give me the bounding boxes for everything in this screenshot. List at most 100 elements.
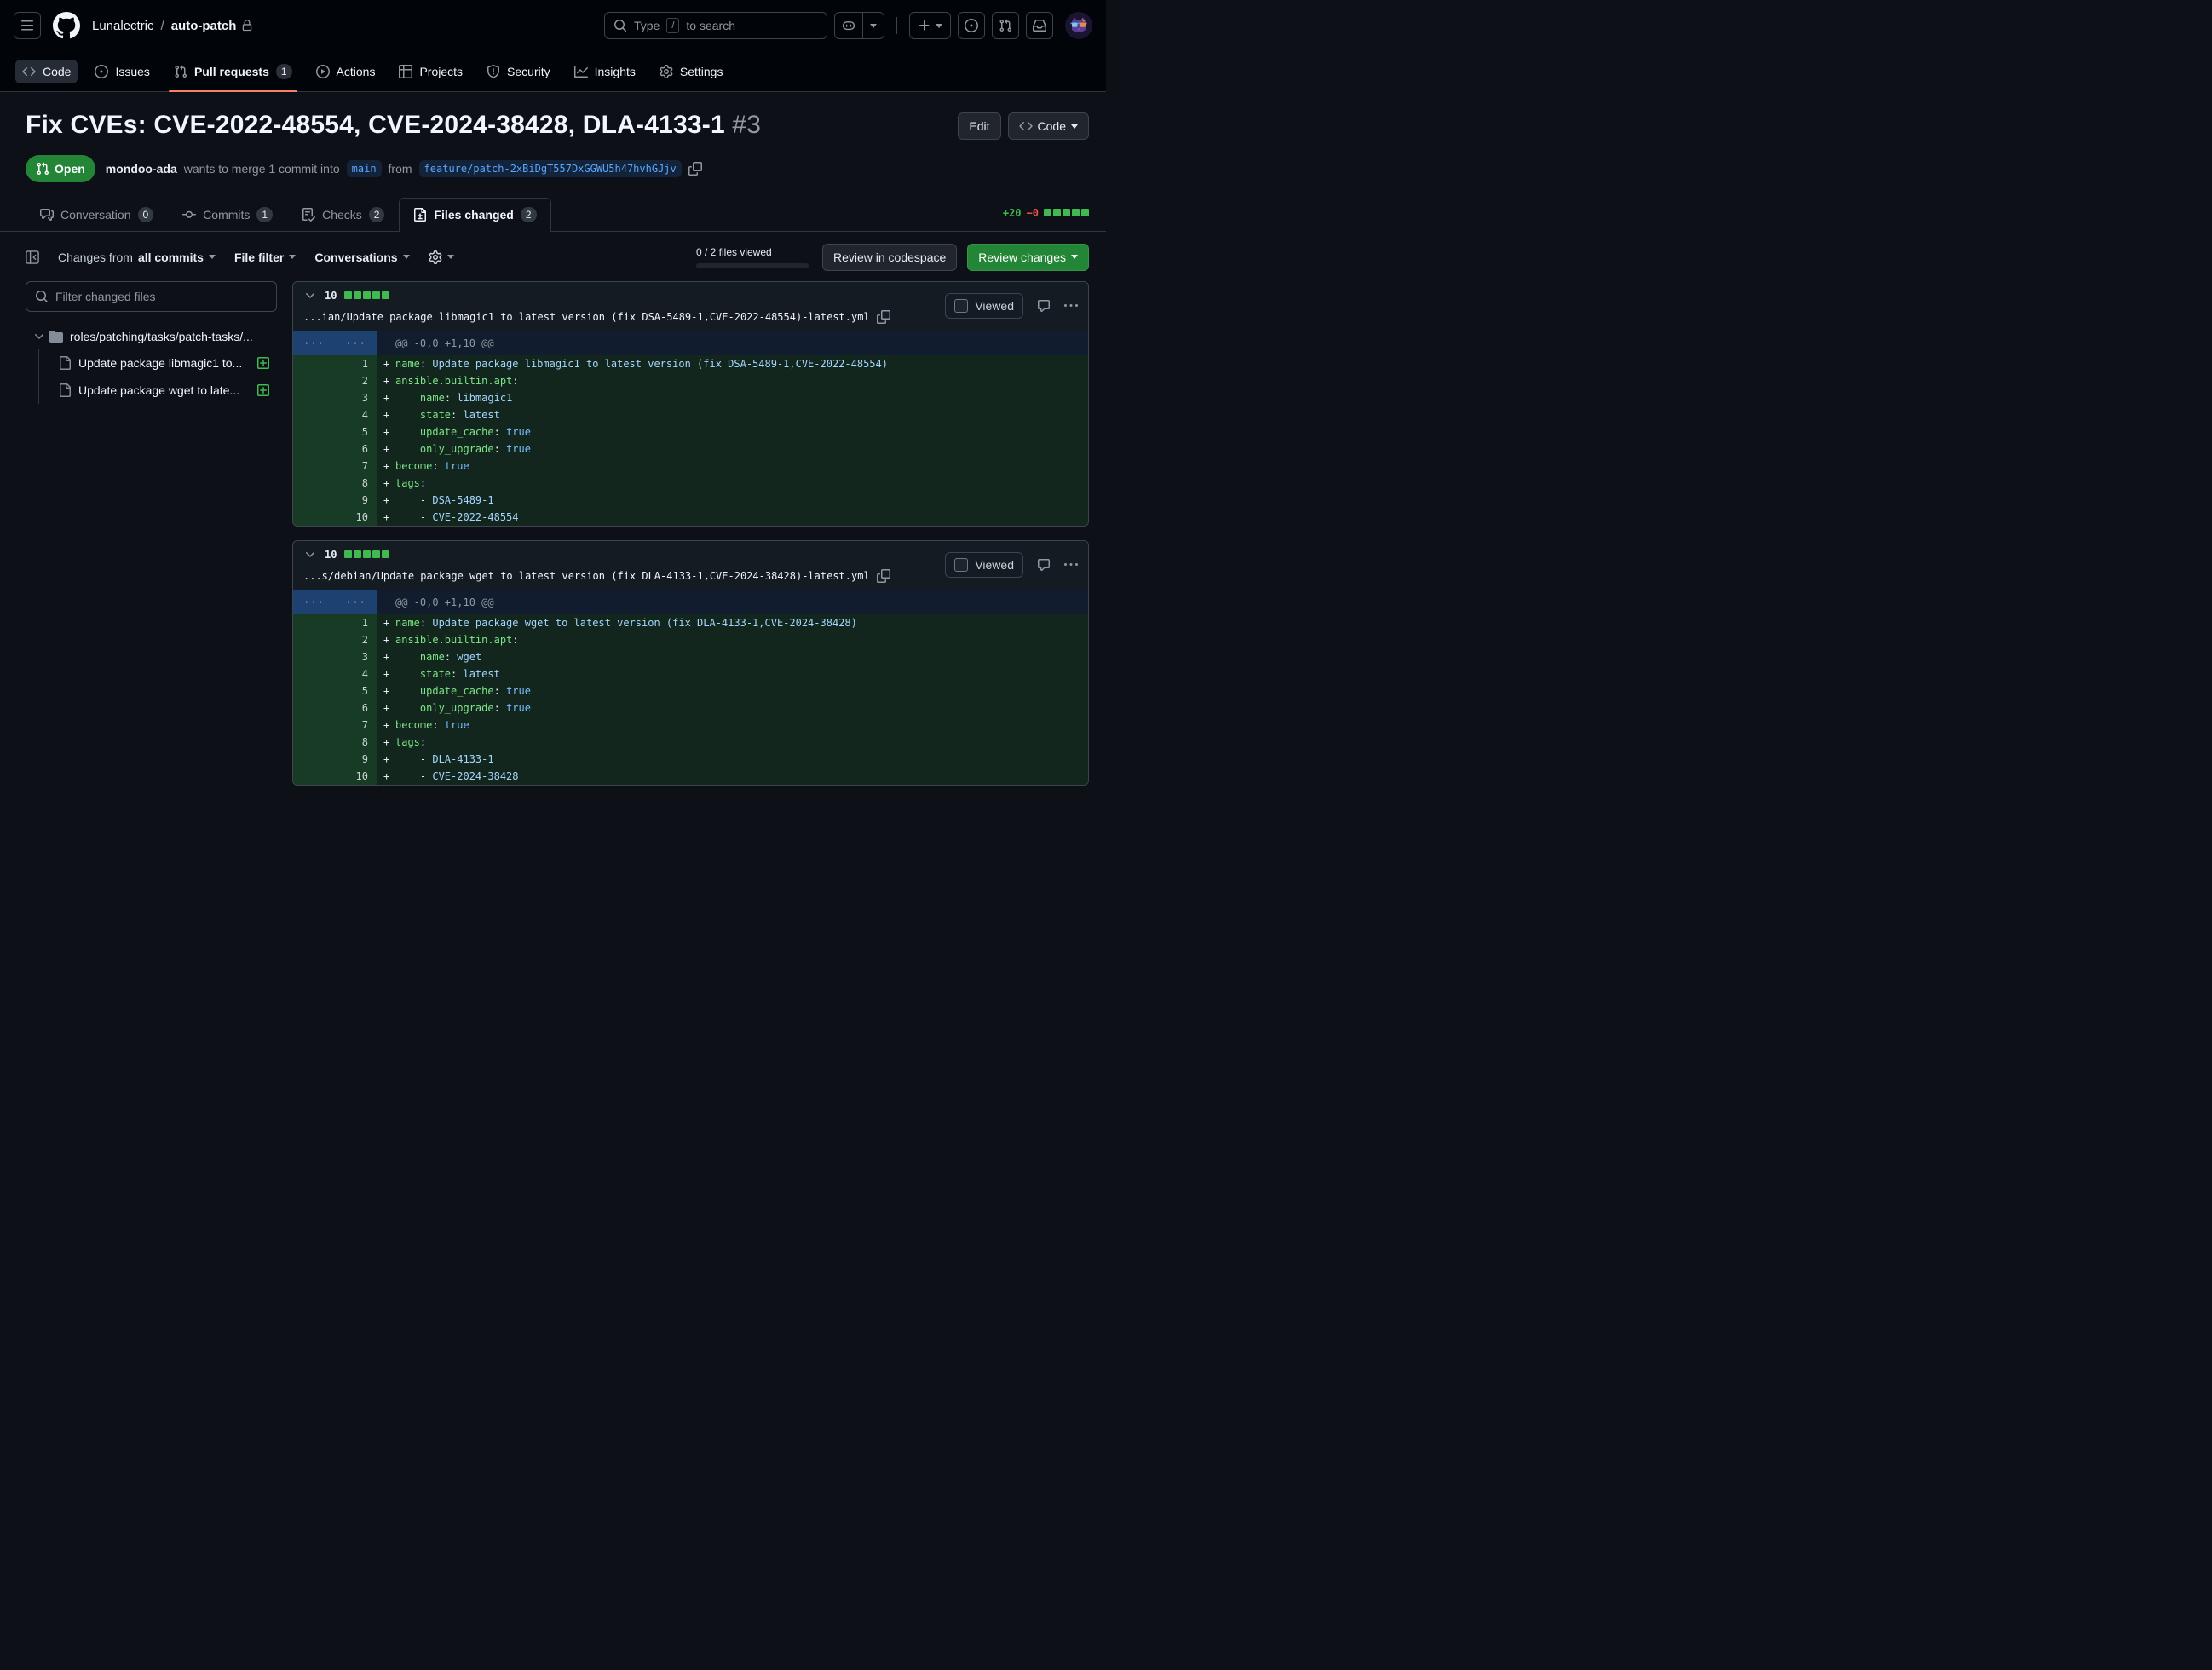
pull-requests-dashboard-button[interactable] — [992, 12, 1019, 39]
diff-line-code[interactable]: + state: latest — [377, 406, 1088, 423]
old-line-number[interactable] — [293, 751, 335, 768]
old-line-number[interactable] — [293, 768, 335, 785]
old-line-number[interactable] — [293, 614, 335, 631]
tree-file-row[interactable]: Update package wget to late... — [39, 377, 277, 404]
collapse-file-button[interactable] — [303, 289, 317, 302]
diff-line-code[interactable]: + name: libmagic1 — [377, 389, 1088, 406]
new-line-number[interactable]: 6 — [335, 700, 377, 717]
copy-path-button[interactable] — [877, 569, 890, 583]
old-line-number[interactable] — [293, 734, 335, 751]
repo-tab-insights[interactable]: Insights — [562, 51, 648, 91]
comment-button[interactable] — [1037, 299, 1051, 313]
search-input[interactable]: Type / to search — [604, 12, 827, 39]
diff-line-code[interactable]: + - DLA-4133-1 — [377, 751, 1088, 768]
viewed-checkbox[interactable] — [954, 299, 968, 313]
diff-line-code[interactable]: + - CVE-2022-48554 — [377, 509, 1088, 526]
file-filter-dropdown[interactable]: File filter — [234, 250, 296, 264]
new-line-number[interactable]: 1 — [335, 614, 377, 631]
viewed-toggle[interactable]: Viewed — [945, 552, 1023, 578]
viewed-checkbox[interactable] — [954, 558, 968, 572]
old-line-number[interactable] — [293, 665, 335, 682]
old-line-number[interactable] — [293, 492, 335, 509]
tab-files-changed[interactable]: Files changed 2 — [399, 198, 550, 232]
repo-tab-issues[interactable]: Issues — [83, 51, 161, 91]
diff-line-code[interactable]: +become: true — [377, 458, 1088, 475]
new-line-number[interactable]: 2 — [335, 631, 377, 648]
new-line-number[interactable]: 3 — [335, 389, 377, 406]
avatar[interactable] — [1065, 12, 1092, 39]
new-line-number[interactable]: 6 — [335, 441, 377, 458]
viewed-toggle[interactable]: Viewed — [945, 293, 1023, 319]
diff-line-code[interactable]: + name: wget — [377, 648, 1088, 665]
issues-dashboard-button[interactable] — [958, 12, 985, 39]
new-line-number[interactable]: 3 — [335, 648, 377, 665]
old-line-number[interactable] — [293, 648, 335, 665]
head-branch-label[interactable]: feature/patch-2xBiDgT557DxGGWU5h47hvhGJj… — [419, 160, 682, 177]
tree-file-row[interactable]: Update package libmagic1 to... — [39, 349, 277, 377]
new-line-number[interactable]: 8 — [335, 475, 377, 492]
file-path-link[interactable]: ...s/debian/Update package wget to lates… — [303, 570, 870, 582]
repo-tab-projects[interactable]: Projects — [387, 51, 475, 91]
new-line-number[interactable]: 8 — [335, 734, 377, 751]
filter-changed-files-input[interactable]: Filter changed files — [26, 281, 277, 312]
repo-tab-security[interactable]: Security — [475, 51, 562, 91]
create-new-button[interactable] — [909, 12, 951, 39]
new-line-number[interactable]: 5 — [335, 423, 377, 441]
changes-from-dropdown[interactable]: Changes fromall commits — [58, 250, 216, 264]
pr-diffstat[interactable]: +20 −0 — [1003, 207, 1089, 231]
new-line-number[interactable]: 4 — [335, 665, 377, 682]
diff-line-code[interactable]: +become: true — [377, 717, 1088, 734]
diff-line-code[interactable]: +name: Update package wget to latest ver… — [377, 614, 1088, 631]
tab-conversation[interactable]: Conversation 0 — [26, 198, 168, 231]
breadcrumb-repo-link[interactable]: auto-patch — [171, 19, 254, 33]
collapse-file-button[interactable] — [303, 548, 317, 561]
new-line-number[interactable]: 10 — [335, 509, 377, 526]
copilot-button[interactable] — [835, 13, 862, 38]
old-line-number[interactable] — [293, 458, 335, 475]
repo-tab-actions[interactable]: Actions — [304, 51, 388, 91]
new-line-number[interactable]: 5 — [335, 682, 377, 700]
code-dropdown-button[interactable]: Code — [1008, 112, 1089, 140]
file-path-link[interactable]: ...ian/Update package libmagic1 to lates… — [303, 311, 870, 323]
diff-line-code[interactable]: +ansible.builtin.apt: — [377, 372, 1088, 389]
old-line-number[interactable] — [293, 355, 335, 372]
kebab-menu-button[interactable] — [1064, 558, 1078, 572]
new-line-number[interactable]: 7 — [335, 458, 377, 475]
new-line-number[interactable]: 1 — [335, 355, 377, 372]
old-line-number[interactable] — [293, 509, 335, 526]
diff-line-code[interactable]: +ansible.builtin.apt: — [377, 631, 1088, 648]
repo-tab-pull-requests[interactable]: Pull requests 1 — [162, 51, 304, 91]
inbox-button[interactable] — [1026, 12, 1053, 39]
old-line-number[interactable] — [293, 475, 335, 492]
edit-button[interactable]: Edit — [958, 112, 1000, 140]
diff-line-code[interactable]: +tags: — [377, 734, 1088, 751]
new-line-number[interactable]: 7 — [335, 717, 377, 734]
old-line-number[interactable] — [293, 700, 335, 717]
old-line-number[interactable] — [293, 406, 335, 423]
repo-tab-settings[interactable]: Settings — [648, 51, 735, 91]
old-line-number[interactable] — [293, 631, 335, 648]
diff-line-code[interactable]: + update_cache: true — [377, 682, 1088, 700]
diff-line-code[interactable]: + only_upgrade: true — [377, 441, 1088, 458]
old-line-number[interactable] — [293, 372, 335, 389]
copilot-dropdown-button[interactable] — [863, 13, 884, 38]
diff-line-code[interactable]: +name: Update package libmagic1 to lates… — [377, 355, 1088, 372]
new-line-number[interactable]: 4 — [335, 406, 377, 423]
collapse-sidebar-button[interactable] — [26, 250, 39, 264]
tab-commits[interactable]: Commits 1 — [168, 198, 287, 231]
diff-line-code[interactable]: + update_cache: true — [377, 423, 1088, 441]
copy-branch-button[interactable] — [688, 162, 702, 176]
diff-settings-dropdown[interactable] — [429, 250, 454, 264]
review-in-codespace-button[interactable]: Review in codespace — [822, 244, 957, 271]
conversations-dropdown[interactable]: Conversations — [314, 250, 409, 264]
pr-author-link[interactable]: mondoo-ada — [106, 162, 177, 176]
breadcrumb-owner-link[interactable]: Lunalectric — [92, 19, 154, 33]
github-logo[interactable] — [51, 10, 82, 41]
diff-line-code[interactable]: + only_upgrade: true — [377, 700, 1088, 717]
copy-path-button[interactable] — [877, 310, 890, 324]
base-branch-label[interactable]: main — [347, 160, 382, 177]
diff-line-code[interactable]: +tags: — [377, 475, 1088, 492]
old-line-number[interactable] — [293, 389, 335, 406]
new-line-number[interactable]: 9 — [335, 751, 377, 768]
diff-line-code[interactable]: + - DSA-5489-1 — [377, 492, 1088, 509]
